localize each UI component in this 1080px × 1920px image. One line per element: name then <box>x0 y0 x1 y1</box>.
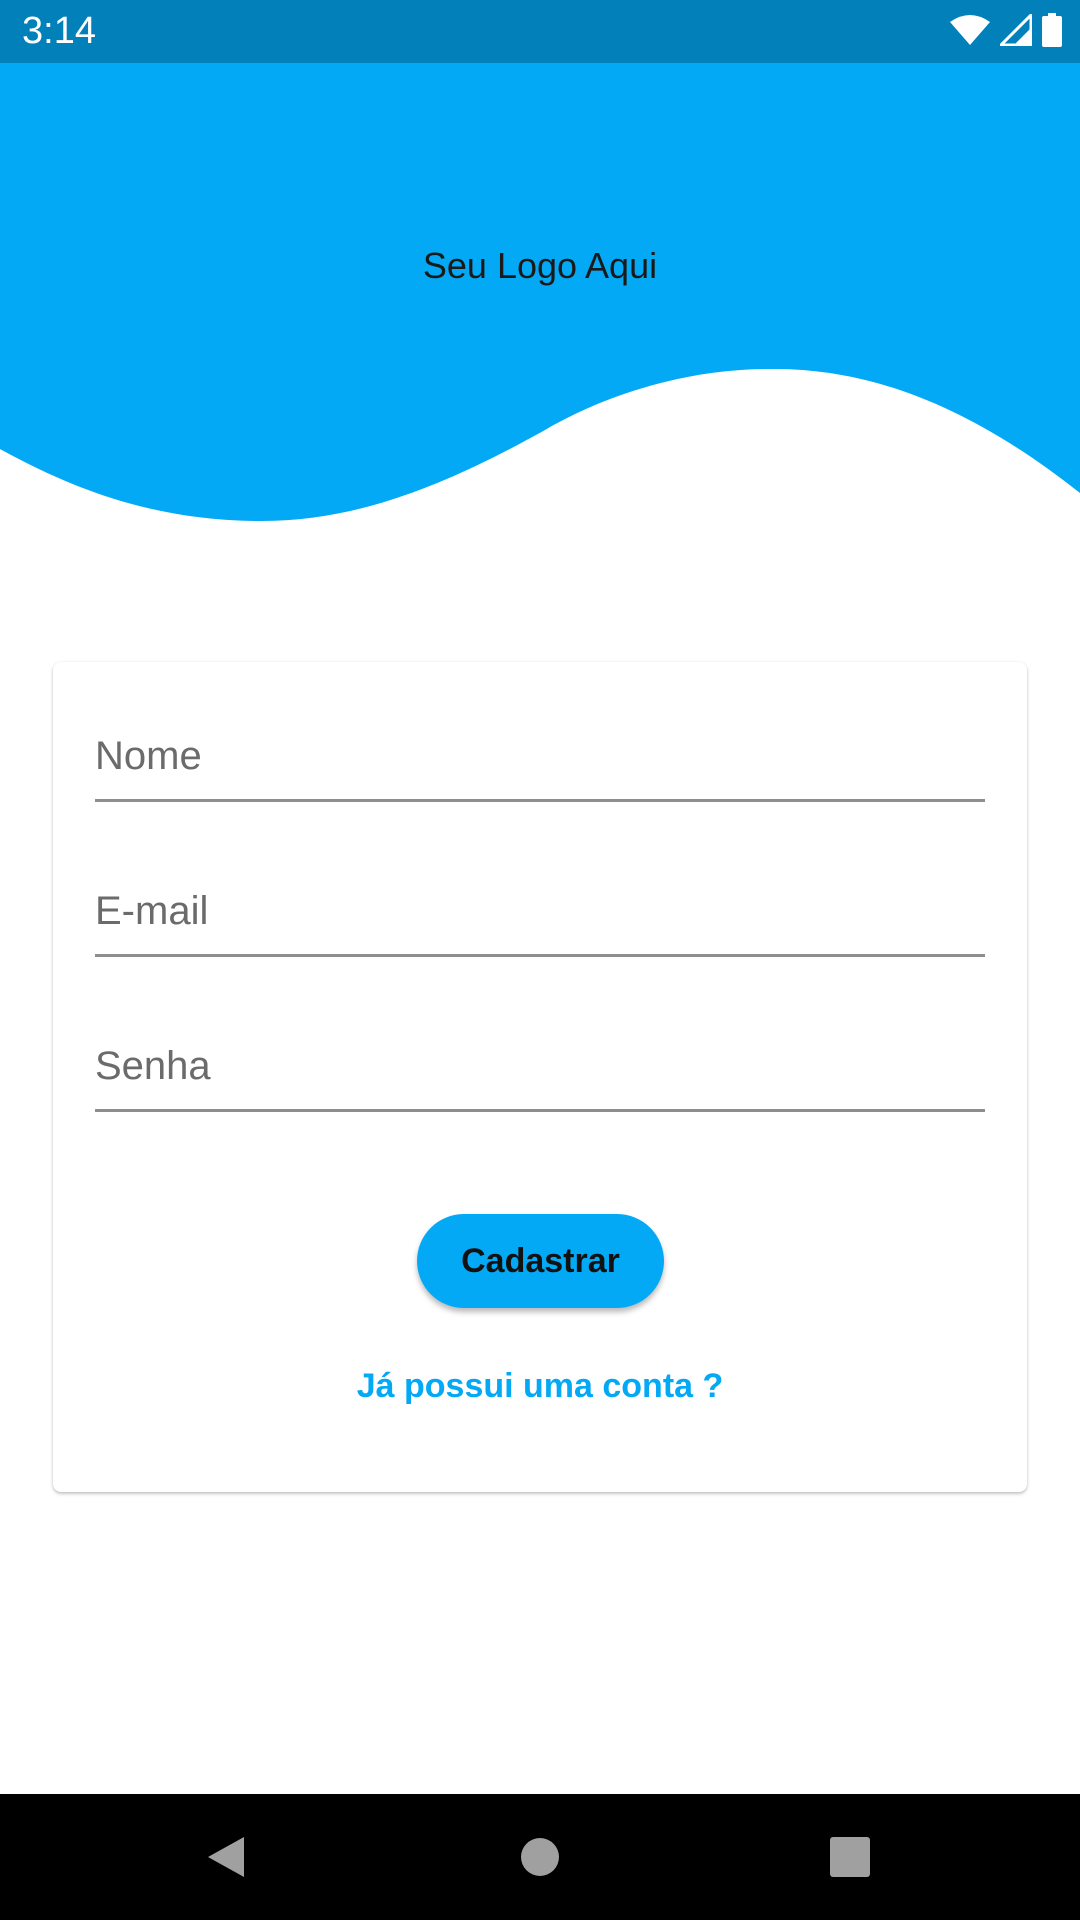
email-input[interactable] <box>95 876 985 946</box>
status-time: 3:14 <box>22 10 96 52</box>
status-bar: 3:14 <box>0 0 1080 63</box>
back-icon <box>208 1837 244 1877</box>
login-link[interactable]: Já possui uma conta ? <box>53 1367 1027 1406</box>
recents-icon <box>830 1837 870 1877</box>
home-button[interactable] <box>470 1794 610 1920</box>
name-field[interactable] <box>95 662 985 802</box>
header-wave: Seu Logo Aqui <box>0 63 1080 533</box>
recents-button[interactable] <box>780 1794 920 1920</box>
cell-signal-icon <box>997 10 1033 51</box>
register-button[interactable]: Cadastrar <box>417 1214 664 1308</box>
navigation-bar <box>0 1794 1080 1920</box>
logo-placeholder: Seu Logo Aqui <box>422 245 658 286</box>
battery-icon <box>1042 12 1062 52</box>
back-button[interactable] <box>156 1794 296 1920</box>
signup-screen: 3:14 Seu Logo Aqui Cadas <box>0 0 1080 1920</box>
wifi-icon <box>950 14 990 51</box>
password-input[interactable] <box>95 1031 985 1101</box>
name-input[interactable] <box>95 721 985 791</box>
status-icons <box>950 10 1062 52</box>
home-icon <box>521 1838 559 1876</box>
password-field[interactable] <box>95 972 985 1112</box>
signup-card: Cadastrar Já possui uma conta ? <box>53 662 1027 1492</box>
email-field[interactable] <box>95 817 985 957</box>
wave-shape <box>0 63 1080 521</box>
